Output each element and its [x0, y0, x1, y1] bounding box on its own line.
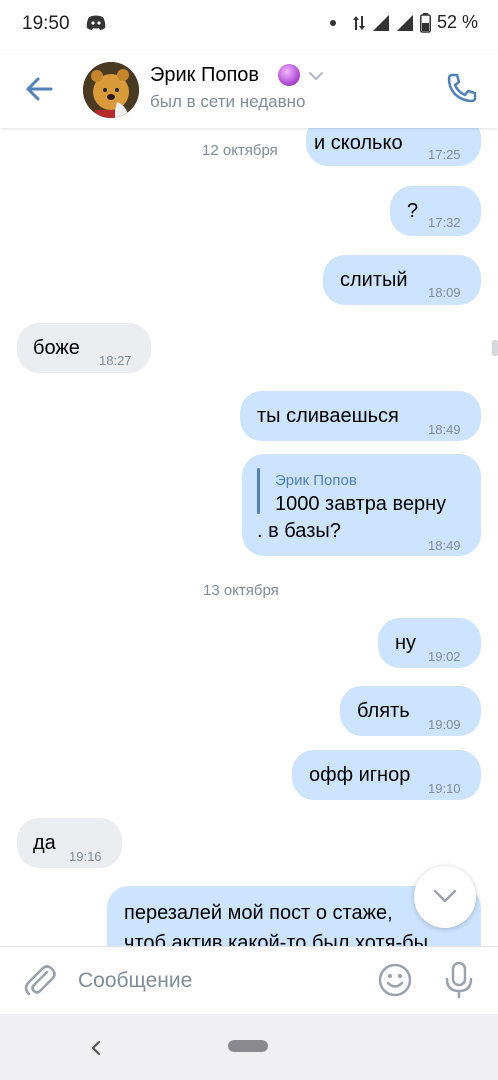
back-arrow-icon[interactable] [20, 70, 58, 108]
message-bubble[interactable]: и сколько 17:25 [306, 128, 481, 166]
message-text: офф игнор [309, 764, 411, 786]
message-time: 19:10 [428, 781, 461, 796]
message-composer [0, 946, 498, 1015]
message-bubble[interactable]: ну 19:02 [378, 618, 481, 668]
message-bubble[interactable]: слитый 18:09 [323, 255, 481, 305]
phone-icon[interactable] [444, 70, 480, 106]
avatar-image [83, 62, 139, 118]
crystal-ball-icon [278, 64, 300, 86]
message-time: 18:09 [428, 285, 461, 300]
message-text: ? [407, 200, 419, 222]
message-bubble[interactable]: блять 19:09 [340, 686, 481, 736]
message-text: ты сливаешься [257, 405, 399, 427]
message-time: 19:02 [428, 649, 461, 664]
contact-name[interactable]: Эрик Попов [150, 64, 259, 87]
avatar[interactable] [83, 62, 139, 118]
message-bubble[interactable]: да 19:16 [17, 818, 122, 868]
date-label: 12 октября [202, 142, 278, 159]
message-time: 19:16 [69, 849, 102, 864]
scrollbar-thumb[interactable] [492, 340, 498, 356]
message-text: и сколько [314, 132, 403, 154]
message-time: 19:09 [428, 717, 461, 732]
nav-home-pill[interactable] [228, 1040, 268, 1052]
chevron-down-icon[interactable] [308, 70, 324, 82]
date-label: 13 октября [203, 582, 279, 599]
message-text: блять [357, 700, 410, 722]
smiley-icon[interactable] [378, 963, 412, 997]
message-time: 17:32 [428, 215, 461, 230]
status-bar: 19:50 52 % [0, 0, 498, 50]
contact-status: был в сети недавно [150, 92, 306, 111]
message-time: 18:27 [99, 353, 132, 368]
nav-back-icon[interactable] [86, 1038, 106, 1058]
status-time: 19:50 [22, 13, 70, 34]
paperclip-icon[interactable] [20, 961, 58, 999]
message-list[interactable]: 12 октября и сколько 17:25 ? 17:32 слиты… [0, 128, 498, 946]
message-text: . в базы? [257, 520, 341, 542]
status-indicators: 52 % [329, 12, 478, 33]
battery-percent: 52 % [436, 12, 478, 32]
message-input[interactable] [78, 965, 358, 997]
message-bubble[interactable]: офф игнор 19:10 [292, 750, 481, 800]
message-time: 18:49 [428, 538, 461, 553]
message-time: 18:49 [428, 422, 461, 437]
scroll-down-button[interactable] [414, 866, 476, 928]
reply-quote-text: 1000 завтра верну [275, 493, 447, 515]
data-arrows-icon [352, 15, 365, 30]
notification-dot-icon [329, 19, 336, 26]
message-text-line: чтоб актив какой-то был хотя-бы [124, 932, 428, 946]
message-bubble[interactable]: боже 18:27 [17, 323, 151, 373]
message-text: слитый [340, 269, 408, 291]
message-text: да [33, 832, 56, 854]
message-text-line: перезалей мой пост о стаже, [124, 902, 393, 924]
system-nav-bar [0, 1014, 498, 1080]
chat-header: Эрик Попов был в сети недавно [0, 50, 498, 128]
discord-icon [86, 15, 106, 30]
chevron-down-icon [433, 889, 457, 903]
reply-message-bubble[interactable]: Эрик Попов 1000 завтра верну . в базы? 1… [242, 454, 481, 556]
message-bubble[interactable]: ты сливаешься 18:49 [240, 391, 481, 441]
microphone-icon[interactable] [444, 961, 474, 999]
signal-icon [372, 14, 389, 31]
message-text: ну [395, 632, 417, 654]
reply-bar [257, 468, 260, 514]
battery-icon [419, 12, 431, 33]
message-text: боже [33, 337, 80, 359]
signal-icon-2 [396, 14, 413, 31]
message-time: 17:25 [428, 147, 461, 162]
message-bubble[interactable]: ? 17:32 [390, 186, 481, 236]
